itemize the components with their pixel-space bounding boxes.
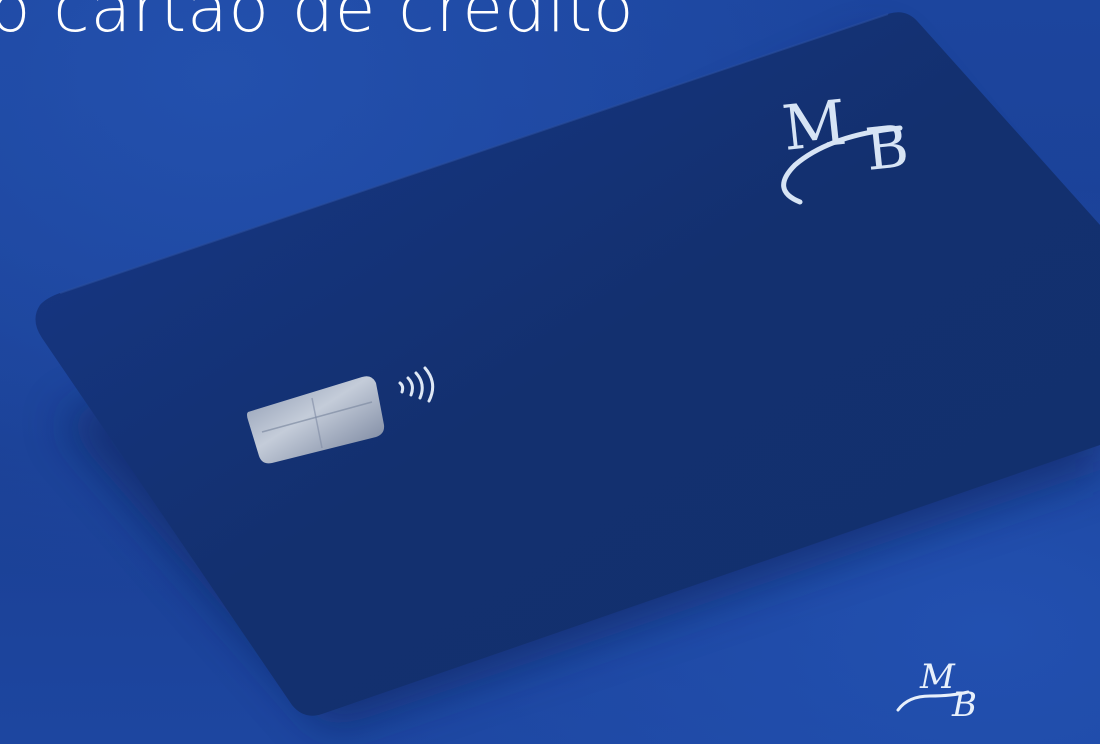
mb-logo-icon: M B xyxy=(896,657,977,724)
svg-text:M: M xyxy=(919,657,956,697)
credit-card-body xyxy=(35,12,1100,716)
credit-card-illustration: M B xyxy=(35,12,1100,730)
hero-banner: o cartão de crédito M B M B xyxy=(0,0,1100,744)
svg-text:B: B xyxy=(862,112,911,184)
svg-text:B: B xyxy=(951,685,977,724)
